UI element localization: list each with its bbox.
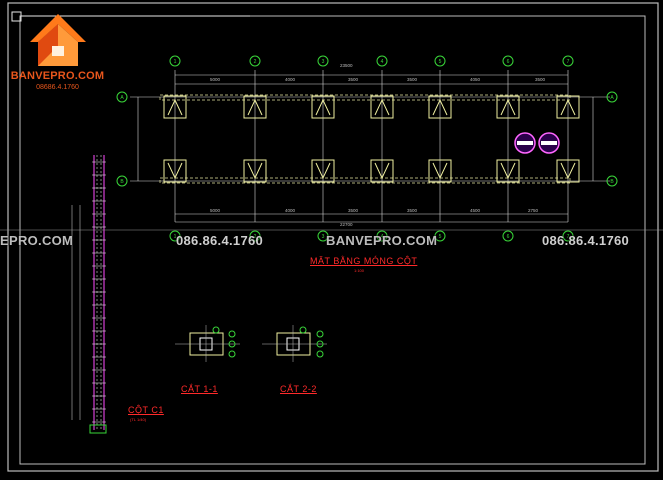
svg-text:3500: 3500 bbox=[348, 208, 359, 213]
title-column-c1: CỘT C1 bbox=[128, 405, 164, 415]
title-foundation-plan: MẶT BẰNG MÓNG CỘT bbox=[310, 256, 418, 266]
axis-bubble-top-4-label: 4 bbox=[381, 59, 384, 65]
axis-bubble-top-2-label: 2 bbox=[254, 59, 257, 65]
svg-text:5000: 5000 bbox=[210, 208, 221, 213]
axis-bubble-top-5-label: 5 bbox=[439, 59, 442, 65]
no-entry-sign-2 bbox=[538, 132, 560, 154]
axis-bubble-left-b-label: B bbox=[120, 179, 124, 185]
axis-bubble-top-7-label: 7 bbox=[567, 59, 570, 65]
logo-brand-text: BANVEPRO.COM bbox=[10, 70, 105, 82]
axis-bubble-right-b-label: B bbox=[610, 179, 614, 185]
watermark-phone-1: 086.86.4.1760 bbox=[176, 233, 264, 248]
column-stirrups bbox=[92, 161, 106, 423]
dimension-text: 23500 5000 4000 3500 3500 4050 3500 5000 400… bbox=[210, 63, 546, 227]
section-2-2 bbox=[262, 325, 327, 362]
title-section-2-2: CẮT 2-2 bbox=[280, 384, 317, 394]
axis-bubble-top-6-label: 6 bbox=[507, 59, 510, 65]
cad-viewport[interactable]: 11223344556677ABAB 23500 5000 4000 3500 35… bbox=[0, 0, 663, 480]
axis-bubble-top-3-label: 3 bbox=[322, 59, 325, 65]
section-1-1 bbox=[175, 325, 240, 362]
svg-text:3500: 3500 bbox=[348, 77, 359, 82]
no-entry-sign-1 bbox=[514, 132, 536, 154]
axis-bubble-bottom-3-label: 3 bbox=[322, 234, 325, 240]
house-logo-icon bbox=[30, 14, 86, 66]
foundation-plan bbox=[130, 70, 610, 223]
svg-text:5000: 5000 bbox=[210, 77, 221, 82]
axis-bubble-top-1-label: 1 bbox=[174, 59, 177, 65]
axis-bubble-right-a-label: A bbox=[610, 95, 614, 101]
watermark-phone-2: 086.86.4.1760 bbox=[542, 233, 630, 248]
svg-text:4000: 4000 bbox=[285, 208, 296, 213]
axis-bubble-left-a-label: A bbox=[120, 95, 124, 101]
svg-text:4050: 4050 bbox=[470, 77, 481, 82]
svg-text:3500: 3500 bbox=[407, 208, 418, 213]
axis-bubble-bottom-6-label: 6 bbox=[507, 234, 510, 240]
watermark-site-left: EPRO.COM bbox=[0, 233, 74, 248]
title-section-1-1: CẮT 1-1 bbox=[181, 384, 218, 394]
scale-column: (TL 1/40) bbox=[130, 417, 147, 422]
svg-text:23500: 23500 bbox=[340, 63, 353, 68]
banvepro-logo: BANVEPRO.COM 08686.4.1760 bbox=[10, 12, 105, 96]
axis-bubble-bottom-5-label: 5 bbox=[439, 234, 442, 240]
column-elevation bbox=[71, 155, 107, 434]
svg-text:22700: 22700 bbox=[340, 222, 353, 227]
watermark-site-center: BANVEPRO.COM bbox=[326, 233, 438, 248]
tie-beams bbox=[159, 94, 571, 184]
svg-text:4500: 4500 bbox=[470, 208, 481, 213]
svg-text:3500: 3500 bbox=[407, 77, 418, 82]
svg-text:3500: 3500 bbox=[535, 77, 546, 82]
logo-phone-text: 08686.4.1760 bbox=[36, 84, 79, 91]
svg-text:4000: 4000 bbox=[285, 77, 296, 82]
svg-text:2750: 2750 bbox=[528, 208, 539, 213]
scale-plan: 1:100 bbox=[354, 268, 365, 273]
